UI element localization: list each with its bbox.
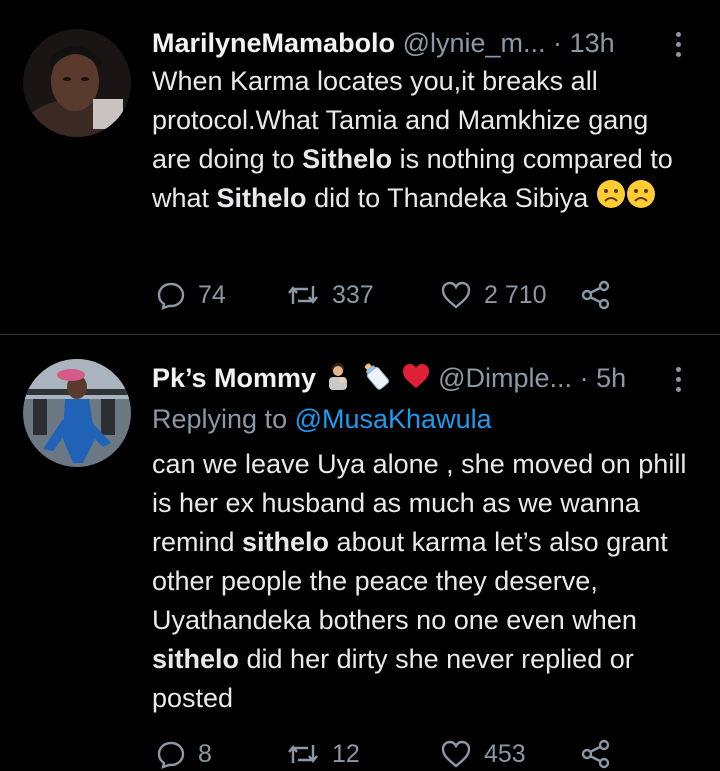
- user-handle[interactable]: @lynie_m...: [403, 28, 546, 58]
- tweet-1[interactable]: MarilyneMamabolo @lynie_m... · 13h When …: [0, 0, 720, 334]
- share-icon: [581, 280, 610, 310]
- red-heart-icon: [401, 362, 431, 398]
- frowning-face-icon: [626, 179, 656, 220]
- reply-icon: [157, 282, 185, 310]
- like-count: 2 710: [484, 280, 547, 309]
- tweet-text: can we leave Uya alone , she moved on ph…: [152, 445, 690, 718]
- highlighted-term: Sithelo: [216, 183, 307, 213]
- timestamp[interactable]: 5h: [596, 363, 626, 393]
- highlighted-term: sithelo: [242, 527, 330, 557]
- tweet-text: When Karma locates you,it breaks all pro…: [152, 62, 690, 220]
- retweet-count: 337: [332, 280, 374, 309]
- retweet-count: 12: [332, 739, 360, 768]
- tweet-actions: 8 12 453: [152, 737, 672, 771]
- reply-icon: [157, 741, 185, 769]
- avatar[interactable]: [23, 29, 131, 137]
- highlighted-term: Sithelo: [302, 144, 393, 174]
- like-button[interactable]: 2 710: [440, 278, 547, 312]
- avatar[interactable]: [23, 359, 131, 467]
- user-handle[interactable]: @Dimple...: [438, 363, 572, 393]
- tweet-actions: 74 337 2 710: [152, 278, 672, 312]
- reply-button[interactable]: 74: [156, 278, 226, 312]
- share-button[interactable]: [580, 278, 624, 312]
- tweet-header: Pk’s Mommy @Dimple... · 5h: [152, 361, 690, 395]
- retweet-button[interactable]: 12: [286, 737, 360, 771]
- text-segment: did to Thandeka Sibiya: [306, 183, 596, 213]
- reply-count: 8: [198, 739, 212, 768]
- like-button[interactable]: 453: [440, 737, 526, 771]
- heart-icon: [441, 740, 471, 768]
- retweet-button[interactable]: 337: [286, 278, 374, 312]
- woman-feeding-baby-icon: [324, 361, 352, 399]
- mention-link[interactable]: @MusaKhawula: [295, 404, 492, 434]
- like-count: 453: [484, 739, 526, 768]
- display-name[interactable]: Pk’s Mommy: [152, 363, 316, 393]
- retweet-icon: [288, 286, 318, 304]
- display-name[interactable]: MarilyneMamabolo: [152, 28, 395, 58]
- replying-label: Replying to: [152, 404, 295, 434]
- baby-bottle-icon: [359, 361, 393, 399]
- retweet-icon: [288, 745, 318, 763]
- separator: ·: [553, 28, 563, 58]
- more-options-icon[interactable]: [676, 367, 684, 397]
- share-icon: [581, 739, 610, 769]
- replying-to: Replying to @MusaKhawula: [152, 402, 492, 436]
- tweet-header: MarilyneMamabolo @lynie_m... · 13h: [152, 26, 690, 60]
- more-options-icon[interactable]: [676, 32, 684, 62]
- highlighted-term: sithelo: [152, 644, 240, 674]
- tweet-2[interactable]: Pk’s Mommy @Dimple... · 5h Replying to @…: [0, 335, 720, 769]
- reply-button[interactable]: 8: [156, 737, 212, 771]
- reply-count: 74: [198, 280, 226, 309]
- timestamp[interactable]: 13h: [570, 28, 615, 58]
- share-button[interactable]: [580, 737, 624, 771]
- separator: ·: [579, 363, 589, 394]
- heart-icon: [441, 281, 471, 309]
- frowning-face-icon: [596, 179, 626, 220]
